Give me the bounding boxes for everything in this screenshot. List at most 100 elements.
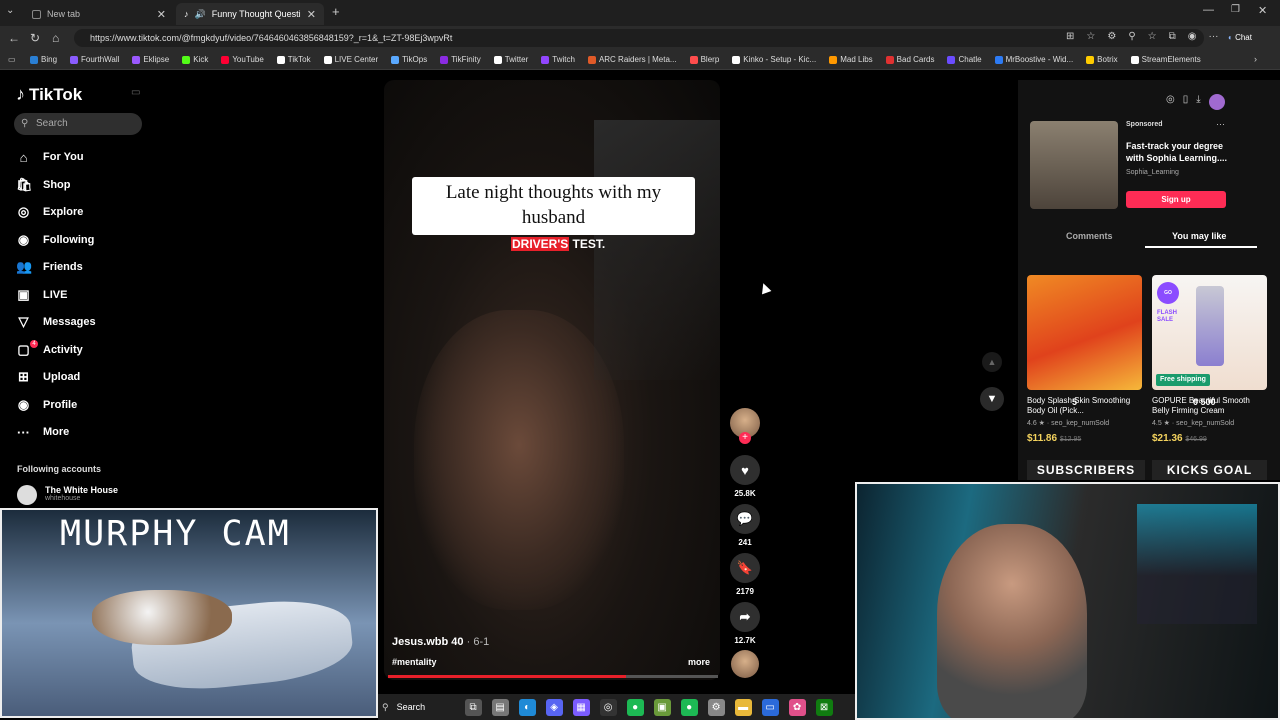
search-input[interactable]: ⚲ Search (14, 113, 142, 135)
download-icon[interactable]: ⤓ (1196, 94, 1200, 110)
video-author[interactable]: Jesus.wbb 40 · 6-1 (392, 636, 489, 648)
sidebar-item-for-you[interactable]: ⌂ For You (16, 145, 84, 169)
video-player[interactable] (384, 80, 720, 680)
back-icon[interactable]: ← (8, 31, 20, 45)
bookmark-item[interactable]: Mad Libs (829, 55, 873, 64)
restore-icon[interactable]: ❐ (1231, 4, 1240, 15)
file-explorer-icon[interactable]: ▤ (491, 698, 509, 716)
collapse-sidebar-icon[interactable]: ▭ (131, 87, 140, 98)
bookmark-item[interactable]: LIVE Center (323, 55, 378, 64)
sidebar-item-messages[interactable]: ▽ Messages (16, 310, 96, 334)
ad-title[interactable]: Fast-track your degree with Sophia Learn… (1126, 140, 1236, 164)
edge-icon[interactable]: ◐ (518, 698, 536, 716)
tiktok-logo[interactable]: ♪ TikTok (16, 84, 82, 105)
bookmark-item[interactable]: Blerp (689, 55, 719, 64)
sidebar-item-upload[interactable]: ⊞ Upload (16, 365, 80, 389)
copilot-chat-button[interactable]: ◐ Chat (1222, 30, 1258, 46)
spotify-icon[interactable]: ● (626, 698, 644, 716)
bookmark-item[interactable]: FourthWall (70, 55, 119, 64)
video-hashtag[interactable]: #mentality (392, 657, 437, 667)
comment-button[interactable]: 💬 241 (730, 504, 760, 547)
save-button[interactable]: 🔖 2179 (730, 553, 760, 596)
photos-icon[interactable]: ✿ (788, 698, 806, 716)
ad-menu-icon[interactable]: ··· (1216, 119, 1225, 129)
profile-avatar-icon[interactable]: ◉ (1188, 31, 1197, 42)
home-icon[interactable]: ⌂ (52, 31, 59, 45)
search-app-icon[interactable]: ⧉ (464, 698, 482, 716)
obs-icon[interactable]: ◎ (599, 698, 617, 716)
bookmark-item[interactable]: Bing (30, 55, 57, 64)
sidebar-item-activity[interactable]: ▢ Activity (16, 338, 82, 362)
bookmark-item[interactable]: YouTube (221, 55, 264, 64)
sidebar-item-more[interactable]: ··· More (16, 420, 69, 444)
taskbar-search[interactable]: Search (397, 702, 457, 712)
sidebar-item-live[interactable]: ▣ LIVE (16, 283, 67, 307)
xbox-icon[interactable]: ⊠ (815, 698, 833, 716)
bookmark-item[interactable]: Twitter (493, 55, 528, 64)
new-tab-icon[interactable]: + (332, 4, 340, 19)
discord-icon[interactable]: ◈ (545, 698, 563, 716)
favorite-star-icon[interactable]: ☆ (1086, 31, 1095, 42)
sidebar-item-following[interactable]: ◉ Following (16, 228, 95, 252)
spotify-green-icon[interactable]: ● (680, 698, 698, 716)
share-button[interactable]: ➦ 12.7K (730, 602, 760, 645)
ad-thumbnail[interactable] (1030, 121, 1118, 209)
sound-disc-avatar[interactable] (731, 650, 759, 678)
app-grid-icon[interactable]: ▦ (572, 698, 590, 716)
user-avatar[interactable] (1208, 94, 1225, 110)
tab-you-may-like[interactable]: You may like (1172, 231, 1226, 241)
close-tab-icon[interactable]: ✕ (157, 8, 166, 21)
bookmark-item[interactable]: Twitch (541, 55, 575, 64)
signup-button[interactable]: Sign up (1126, 191, 1226, 208)
notepad-icon[interactable]: ▭ (761, 698, 779, 716)
minimize-icon[interactable]: — (1203, 4, 1214, 16)
folder-icon[interactable]: ▬ (734, 698, 752, 716)
bookmark-item[interactable]: StreamElements (1130, 55, 1201, 64)
sidebar-item-explore[interactable]: ◎ Explore (16, 200, 84, 224)
bookmark-item[interactable]: TikFinity (440, 55, 481, 64)
next-video-chevron-down-icon[interactable]: ▼ (980, 387, 1004, 411)
bookmark-item[interactable]: TikOps (391, 55, 427, 64)
phone-icon[interactable]: ▯ (1183, 94, 1189, 110)
bookmark-item[interactable]: Chatle (947, 55, 982, 64)
following-account-item[interactable]: The White House whitehouse (17, 485, 118, 505)
sidebar-item-friends[interactable]: 👥 Friends (16, 255, 83, 279)
reload-icon[interactable]: ↻ (30, 31, 40, 45)
ad-handle[interactable]: Sophia_Learning (1126, 169, 1179, 176)
bookmark-item[interactable]: MrBoostive - Wid... (994, 55, 1073, 64)
tab-new-tab[interactable]: New tab ✕ (24, 3, 174, 25)
menu-dots-icon[interactable]: ··· (1209, 31, 1219, 42)
close-tab-icon[interactable]: ✕ (307, 8, 316, 21)
product-card[interactable]: Body Splash Skin Smoothing Body Oil (Pic… (1027, 275, 1142, 444)
bookmark-item[interactable]: Botrix (1086, 55, 1118, 64)
sidebar-item-shop[interactable]: 🛍 Shop (16, 173, 71, 197)
extension-icon[interactable]: ⚲ (1128, 31, 1135, 42)
more-link[interactable]: more (688, 657, 710, 667)
video-progress-bar[interactable] (388, 675, 718, 678)
collections-icon[interactable]: ⧉ (1169, 31, 1176, 42)
bookmark-item[interactable]: Kick (182, 55, 208, 64)
minecraft-icon[interactable]: ▣ (653, 698, 671, 716)
apps-icon[interactable]: ⊞ (1066, 31, 1074, 42)
extensions-icon[interactable]: ⚙ (1107, 31, 1116, 42)
bookmarks-overflow-icon[interactable]: › (1254, 54, 1257, 64)
bookmark-item[interactable]: ARC Raiders | Meta... (587, 55, 677, 64)
favorites-folder-icon[interactable]: ▭ (8, 55, 16, 64)
follow-plus-icon[interactable]: + (739, 432, 751, 444)
bookmark-item[interactable]: Bad Cards (885, 55, 934, 64)
tab-comments[interactable]: Comments (1066, 231, 1113, 241)
bookmark-item[interactable]: Kinko - Setup - Kic... (732, 55, 816, 64)
address-bar[interactable]: https://www.tiktok.com/@fmgkdyuf/video/7… (74, 29, 1204, 47)
sidebar-item-profile[interactable]: ◉ Profile (16, 393, 77, 417)
previous-video-chevron-up-icon[interactable]: ▲ (982, 352, 1002, 372)
tab-active[interactable]: ♪ 🔊 Funny Thought Questions: All ✕ (176, 3, 324, 25)
bookmark-item[interactable]: TikTok (276, 55, 311, 64)
settings-icon[interactable]: ⚙ (707, 698, 725, 716)
favorites-icon[interactable]: ☆ (1148, 31, 1157, 42)
cast-icon[interactable]: ◎ (1166, 94, 1175, 110)
like-button[interactable]: ♥ 25.8K (730, 455, 760, 498)
tab-list-icon[interactable]: ⌄ (6, 5, 14, 16)
speaker-icon[interactable]: 🔊 (195, 9, 206, 20)
close-window-icon[interactable]: ✕ (1258, 4, 1267, 17)
bookmark-item[interactable]: Eklipse (132, 55, 169, 64)
